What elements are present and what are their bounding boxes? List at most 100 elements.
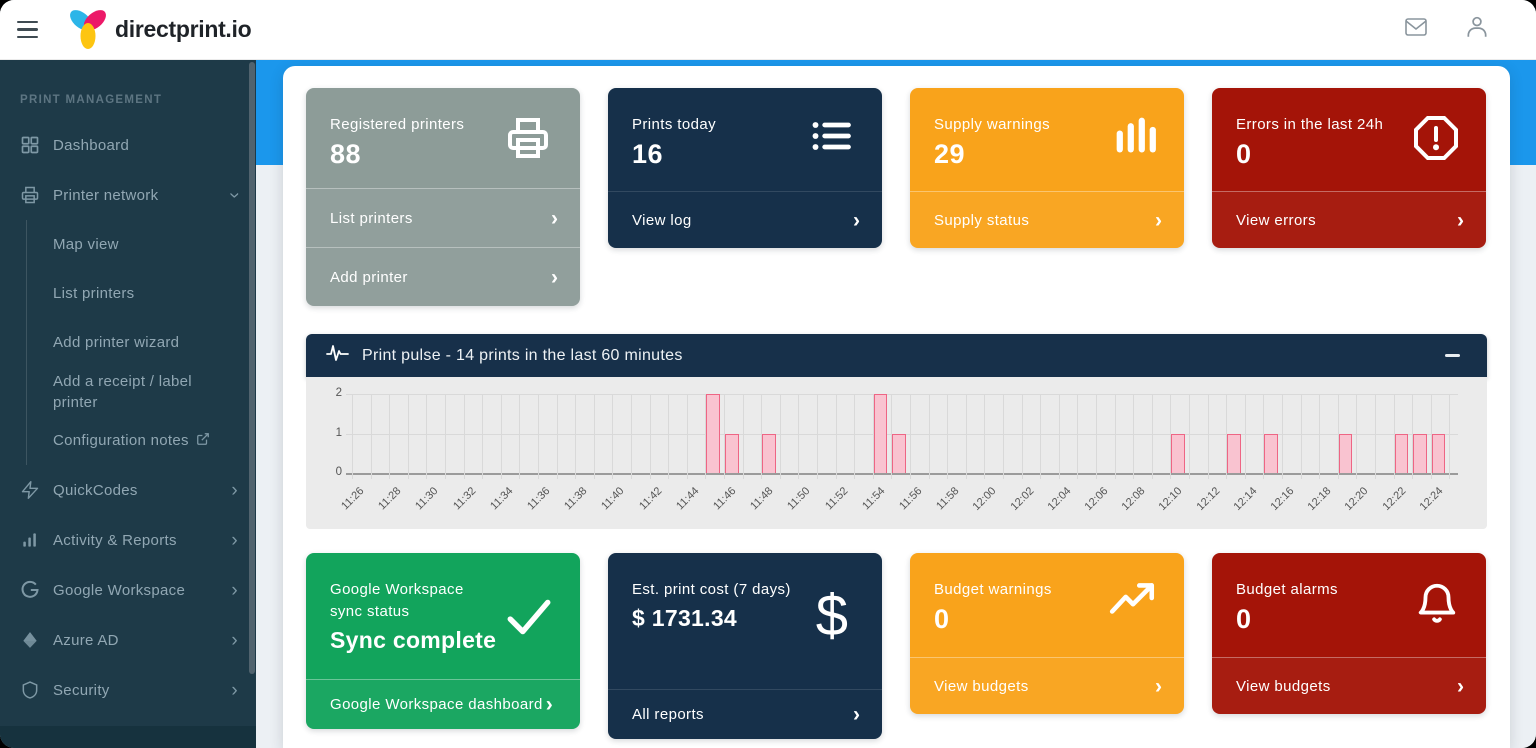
user-icon[interactable] <box>1464 14 1490 45</box>
pulse-bar-12:13 <box>1227 434 1241 474</box>
collapse-icon[interactable] <box>1445 348 1463 364</box>
pulse-bar-12:19 <box>1339 434 1353 474</box>
gridline <box>1282 394 1283 479</box>
gridline <box>352 394 353 479</box>
gridline <box>1003 394 1004 479</box>
card-print-cost: Est. print cost (7 days) $ 1731.34 $ All… <box>608 553 882 739</box>
gridline <box>519 394 520 479</box>
list-printers-link[interactable]: List printers› <box>306 188 580 247</box>
gridline <box>464 394 465 479</box>
sidebar-item-dashboard[interactable]: Dashboard <box>0 120 256 170</box>
pulse-bar-11:48 <box>762 434 776 474</box>
gridline <box>594 394 595 479</box>
sidebar-item-configuration-notes[interactable]: Configuration notes <box>27 416 256 465</box>
gridline <box>389 394 390 479</box>
x-tick-label: 11:54 <box>860 485 887 512</box>
azure-icon <box>20 630 40 650</box>
chevron-right-icon: › <box>231 581 238 600</box>
gridline <box>1059 394 1060 479</box>
x-tick-label: 11:28 <box>376 485 403 512</box>
pulse-bar-11:45 <box>706 394 720 473</box>
pulse-bar-12:24 <box>1432 434 1446 474</box>
print-pulse-panel: Print pulse - 14 prints in the last 60 m… <box>306 334 1487 529</box>
sidebar-item-activity-reports[interactable]: Activity & Reports› <box>0 515 256 565</box>
sidebar-item-map-view[interactable]: Map view <box>27 220 256 269</box>
view-log-link[interactable]: View log› <box>608 191 882 248</box>
sidebar-item-list-printers[interactable]: List printers <box>27 269 256 318</box>
mail-icon[interactable] <box>1402 15 1430 44</box>
gridline <box>668 394 669 479</box>
view-budgets-link[interactable]: View budgets› <box>910 657 1184 714</box>
x-tick-label: 12:06 <box>1083 485 1111 513</box>
sidebar-item-security[interactable]: Security› <box>0 665 256 715</box>
content-area: Registered printers 88 List printers› Ad… <box>256 60 1536 748</box>
activity-icon <box>20 530 40 550</box>
y-tick-label: 2 <box>316 387 342 399</box>
x-tick-label: 12:02 <box>1008 485 1036 513</box>
print-pulse-chart: 01211:2611:2811:3011:3211:3411:3611:3811… <box>306 377 1487 529</box>
chevron-right-icon: › <box>231 531 238 550</box>
grid-icon <box>20 135 40 155</box>
gridline <box>836 394 837 479</box>
x-tick-label: 12:24 <box>1417 485 1445 513</box>
sidebar-nav: DashboardPrinter network›Map viewList pr… <box>0 120 256 715</box>
gridline <box>817 394 818 479</box>
sidebar-item-quickcodes[interactable]: QuickCodes› <box>0 465 256 515</box>
pulse-bar-12:15 <box>1264 434 1278 474</box>
lightning-icon <box>20 480 40 500</box>
supply-status-link[interactable]: Supply status› <box>910 191 1184 248</box>
x-tick-label: 11:52 <box>823 485 850 512</box>
external-link-icon <box>196 432 210 450</box>
pulse-bar-12:22 <box>1395 434 1409 474</box>
sidebar-item-azure-ad[interactable]: Azure AD› <box>0 615 256 665</box>
gridline <box>1115 394 1116 479</box>
gridline <box>612 394 613 479</box>
sidebar-scrollbar[interactable] <box>249 62 255 674</box>
pulse-bar-11:55 <box>892 434 906 474</box>
gridline <box>408 394 409 479</box>
gridline <box>1301 394 1302 479</box>
y-tick-label: 1 <box>316 427 342 439</box>
sidebar-item-label: Add a receipt / label printer <box>53 371 229 413</box>
gridline <box>1096 394 1097 479</box>
pulse-bar-11:46 <box>725 434 739 474</box>
all-reports-link[interactable]: All reports› <box>608 689 882 739</box>
list-icon <box>808 114 856 163</box>
gridline <box>798 394 799 479</box>
x-tick-label: 12:00 <box>971 485 999 513</box>
chevron-right-icon: › <box>231 481 238 500</box>
check-icon <box>504 597 554 642</box>
gridline <box>482 394 483 479</box>
gridline <box>650 394 651 479</box>
sidebar-item-label: Configuration notes <box>53 430 189 451</box>
sidebar-item-label: Add printer wizard <box>53 332 179 353</box>
gridline <box>743 394 744 479</box>
view-errors-link[interactable]: View errors› <box>1212 191 1486 248</box>
sidebar-item-label: Activity & Reports <box>53 530 231 551</box>
x-tick-label: 11:58 <box>934 485 961 512</box>
gridline <box>1077 394 1078 479</box>
view-budgets-link[interactable]: View budgets› <box>1212 657 1486 714</box>
google-workspace-dashboard-link[interactable]: Google Workspace dashboard› <box>306 679 580 729</box>
card-google-workspace-sync: Google Workspace sync status Sync comple… <box>306 553 580 729</box>
sidebar-item-add-printer-wizard[interactable]: Add printer wizard <box>27 318 256 367</box>
sidebar-item-google-workspace[interactable]: Google Workspace› <box>0 565 256 615</box>
sidebar-item-add-a-receipt-label-printer[interactable]: Add a receipt / label printer <box>27 367 256 416</box>
chevron-right-icon: › <box>231 681 238 700</box>
shield-icon <box>20 680 40 700</box>
add-printer-link[interactable]: Add printer› <box>306 247 580 306</box>
x-tick-label: 12:22 <box>1380 485 1408 513</box>
chevron-right-icon: › <box>231 631 238 650</box>
y-tick-label: 0 <box>316 466 342 478</box>
gridline <box>538 394 539 479</box>
pulse-bar-12:23 <box>1413 434 1427 474</box>
menu-icon[interactable] <box>17 21 41 39</box>
x-tick-label: 11:42 <box>637 485 664 512</box>
brand-logo[interactable]: directprint.io <box>65 5 251 54</box>
gridline <box>1319 394 1320 479</box>
pulse-icon <box>326 343 350 368</box>
print-pulse-header: Print pulse - 14 prints in the last 60 m… <box>306 334 1487 377</box>
x-tick-label: 11:36 <box>525 485 552 512</box>
gridline <box>1356 394 1357 479</box>
sidebar-item-printer-network[interactable]: Printer network› <box>0 170 256 220</box>
